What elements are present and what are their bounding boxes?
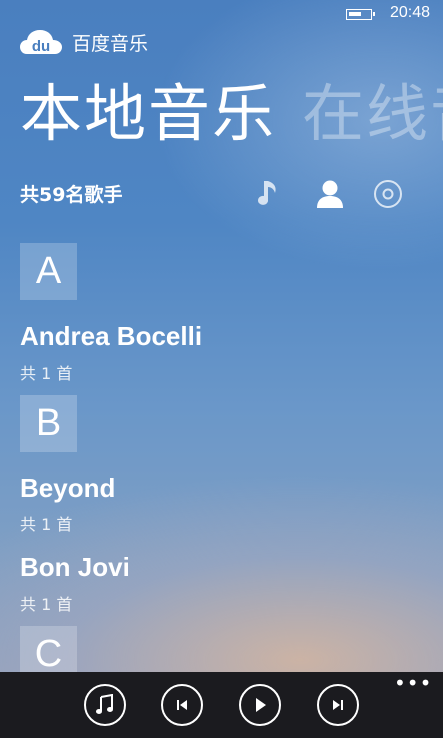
artist-song-count: 共 1 首 (20, 364, 73, 383)
play-icon (256, 698, 266, 712)
music-note-icon (96, 694, 113, 714)
battery-icon (346, 9, 375, 20)
artists-tab-button[interactable] (313, 177, 347, 211)
next-icon (333, 700, 343, 710)
group-header-B[interactable]: B (20, 395, 77, 452)
next-button[interactable] (317, 684, 359, 726)
albums-tab-button[interactable] (371, 177, 405, 211)
svg-text:du: du (32, 38, 50, 55)
previous-icon (177, 700, 187, 710)
songs-tab-button[interactable] (252, 177, 286, 211)
summary-prefix: 共 (20, 184, 40, 206)
app-name: 百度音乐 (72, 32, 149, 55)
person-icon (317, 180, 343, 208)
more-options-button[interactable]: ••• (394, 673, 432, 693)
baidu-music-logo-icon: du (20, 30, 62, 55)
artist-name[interactable]: Andrea Bocelli (20, 321, 202, 352)
summary-suffix: 名歌手 (65, 184, 123, 206)
artist-count-summary: 共59名歌手 (20, 180, 122, 207)
disc-icon (374, 180, 402, 208)
artist-song-count: 共 1 首 (20, 515, 73, 534)
summary-count: 59 (39, 184, 66, 206)
clock: 20:48 (390, 4, 431, 21)
group-header-A[interactable]: A (20, 243, 77, 300)
pivot-header: 本地音乐在线音 (20, 78, 443, 150)
application-bar: ••• (0, 672, 443, 738)
previous-button[interactable] (161, 684, 203, 726)
app-header: du 百度音乐 (20, 28, 148, 56)
artist-name[interactable]: Beyond (20, 473, 115, 504)
pivot-tab-online-music[interactable]: 在线音 (302, 78, 443, 150)
now-playing-button[interactable] (84, 684, 126, 726)
pivot-tab-local-music[interactable]: 本地音乐 (20, 78, 276, 150)
status-bar: 20:48 (0, 0, 443, 30)
music-note-icon (258, 181, 276, 205)
artist-name[interactable]: Bon Jovi (20, 552, 130, 583)
play-button[interactable] (239, 684, 281, 726)
artist-song-count: 共 1 首 (20, 595, 73, 614)
